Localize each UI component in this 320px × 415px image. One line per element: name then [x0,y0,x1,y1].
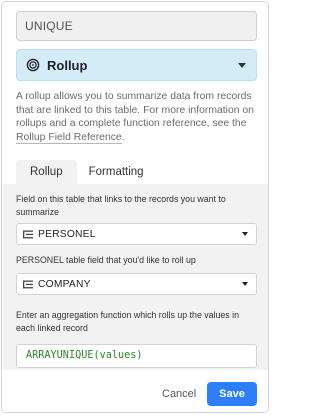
chevron-down-icon [238,62,246,68]
dialog-footer: Cancel Save [2,370,268,412]
link-field-label: Field on this table that links to the re… [16,194,226,217]
cancel-button[interactable]: Cancel [156,383,202,405]
rollup-field-select[interactable]: COMPANY [16,273,257,295]
description-text: A rollup allows you to summarize data fr… [16,91,254,130]
rollup-description: A rollup allows you to summarize data fr… [16,90,260,144]
description-suffix: . [121,131,125,143]
rollup-reference-link[interactable]: Rollup Field Reference [16,131,122,144]
field-type-label: Rollup [47,57,88,73]
field-config-dialog: UNIQUE Rollup A rollup allows you to sum… [1,1,269,413]
linked-records-icon [23,279,33,289]
link-field-value: PERSONEL [38,228,96,240]
rollup-settings-panel: Field on this table that links to the re… [3,184,268,370]
rollup-icon [25,57,41,73]
tab-rollup[interactable]: Rollup [16,160,77,184]
save-button[interactable]: Save [207,382,257,406]
chevron-down-icon [242,282,248,286]
aggregation-label: Enter an aggregation function which roll… [16,310,239,333]
aggregation-formula-input[interactable]: ARRAYUNIQUE(values) [16,344,257,368]
rollup-field-value: COMPANY [38,278,91,290]
field-name-input[interactable]: UNIQUE [16,11,257,41]
tab-formatting[interactable]: Formatting [77,160,156,184]
rollup-field-label: PERSONEL table field that you'd like to … [16,255,196,265]
link-field-select[interactable]: PERSONEL [16,223,257,245]
linked-records-icon [23,229,33,239]
config-tabs: Rollup Formatting [16,160,156,184]
field-type-select[interactable]: Rollup [16,49,257,81]
chevron-down-icon [242,232,248,236]
